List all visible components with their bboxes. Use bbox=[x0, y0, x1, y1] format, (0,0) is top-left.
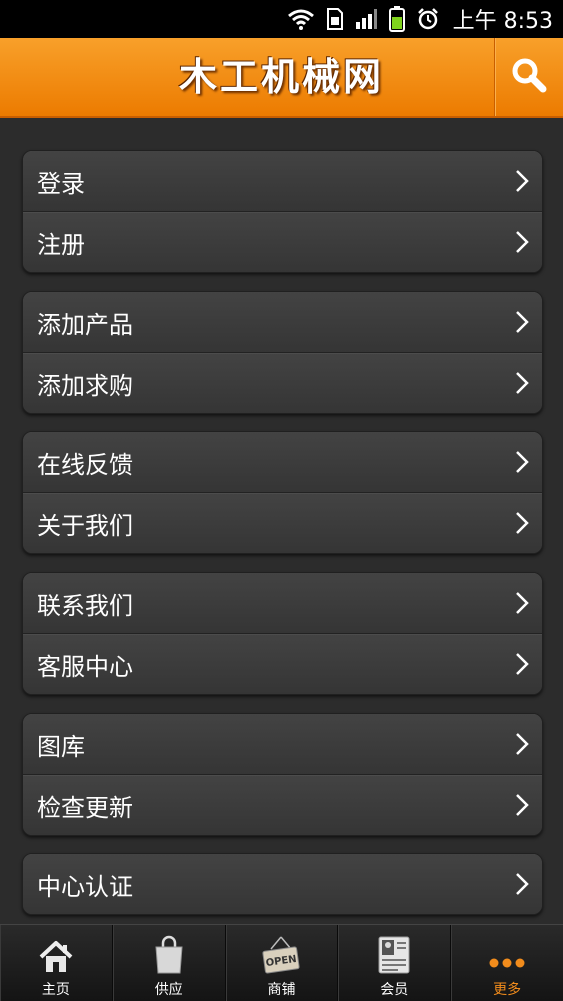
chevron-right-icon bbox=[516, 372, 529, 394]
battery-icon bbox=[388, 0, 405, 38]
menu-item-label: 添加求购 bbox=[37, 371, 133, 400]
status-time: 上午 8:53 bbox=[452, 9, 553, 34]
tab-label: 供应 bbox=[154, 982, 183, 998]
menu-item-customer-service[interactable]: 客服中心 bbox=[23, 633, 542, 694]
tab-member[interactable]: 会员 bbox=[338, 925, 452, 1001]
page-title: 木工机械网 bbox=[178, 54, 384, 99]
chevron-right-icon bbox=[516, 592, 529, 614]
app-header: 木工机械网 bbox=[0, 38, 563, 118]
menu-item-feedback[interactable]: 在线反馈 bbox=[23, 432, 542, 492]
tab-label: 主页 bbox=[41, 982, 70, 998]
menu-item-label: 图库 bbox=[37, 732, 85, 761]
menu-item-label: 添加产品 bbox=[37, 310, 133, 339]
alarm-icon bbox=[417, 0, 439, 38]
chevron-right-icon bbox=[516, 653, 529, 675]
bottom-tab-bar: 主页 供应 OPEN 商铺 会员 更多 bbox=[0, 924, 563, 1001]
menu-item-label: 联系我们 bbox=[37, 591, 133, 620]
status-bar: 上午 8:53 bbox=[0, 0, 563, 38]
tab-label: 更多 bbox=[493, 982, 522, 998]
menu-item-label: 在线反馈 bbox=[37, 450, 133, 479]
menu-item-label: 中心认证 bbox=[37, 872, 133, 901]
chevron-right-icon bbox=[516, 170, 529, 192]
menu-item-about-us[interactable]: 关于我们 bbox=[23, 492, 542, 553]
menu-item-add-purchase[interactable]: 添加求购 bbox=[23, 352, 542, 413]
home-icon bbox=[38, 929, 74, 975]
menu-item-label: 关于我们 bbox=[37, 511, 133, 540]
chevron-right-icon bbox=[516, 311, 529, 333]
menu-group-certification: 中心认证 bbox=[22, 853, 543, 915]
menu-item-gallery[interactable]: 图库 bbox=[23, 714, 542, 774]
tab-home[interactable]: 主页 bbox=[0, 925, 113, 1001]
menu-item-contact-us[interactable]: 联系我们 bbox=[23, 573, 542, 633]
tab-shops[interactable]: OPEN 商铺 bbox=[226, 925, 339, 1001]
search-icon bbox=[509, 55, 549, 99]
tab-more[interactable]: 更多 bbox=[451, 925, 563, 1001]
menu-group-products: 添加产品 添加求购 bbox=[22, 291, 543, 414]
tab-label: 商铺 bbox=[267, 982, 296, 998]
menu-item-add-product[interactable]: 添加产品 bbox=[23, 292, 542, 352]
menu-item-label: 登录 bbox=[37, 169, 85, 198]
menu-item-login[interactable]: 登录 bbox=[23, 151, 542, 211]
chevron-right-icon bbox=[516, 451, 529, 473]
menu-item-label: 客服中心 bbox=[37, 652, 133, 681]
member-card-icon bbox=[377, 929, 411, 975]
tab-supply[interactable]: 供应 bbox=[113, 925, 226, 1001]
menu-item-certification[interactable]: 中心认证 bbox=[23, 854, 542, 914]
menu-item-label: 检查更新 bbox=[37, 793, 133, 822]
menu-item-check-update[interactable]: 检查更新 bbox=[23, 774, 542, 835]
menu-group-contact: 联系我们 客服中心 bbox=[22, 572, 543, 695]
sim-card-icon bbox=[326, 0, 343, 38]
wifi-icon bbox=[287, 0, 315, 38]
menu-group-account: 登录 注册 bbox=[22, 150, 543, 273]
shopping-bag-icon bbox=[153, 929, 185, 975]
menu-group-gallery: 图库 检查更新 bbox=[22, 713, 543, 836]
chevron-right-icon bbox=[516, 231, 529, 253]
signal-icon bbox=[355, 0, 377, 38]
chevron-right-icon bbox=[516, 873, 529, 895]
more-dots-icon bbox=[487, 929, 527, 975]
tab-label: 会员 bbox=[380, 982, 409, 998]
menu-item-register[interactable]: 注册 bbox=[23, 211, 542, 272]
search-button[interactable] bbox=[494, 38, 563, 116]
menu-item-label: 注册 bbox=[37, 230, 85, 259]
menu-group-feedback: 在线反馈 关于我们 bbox=[22, 431, 543, 554]
open-sign-icon: OPEN bbox=[261, 929, 301, 975]
chevron-right-icon bbox=[516, 512, 529, 534]
chevron-right-icon bbox=[516, 733, 529, 755]
chevron-right-icon bbox=[516, 794, 529, 816]
